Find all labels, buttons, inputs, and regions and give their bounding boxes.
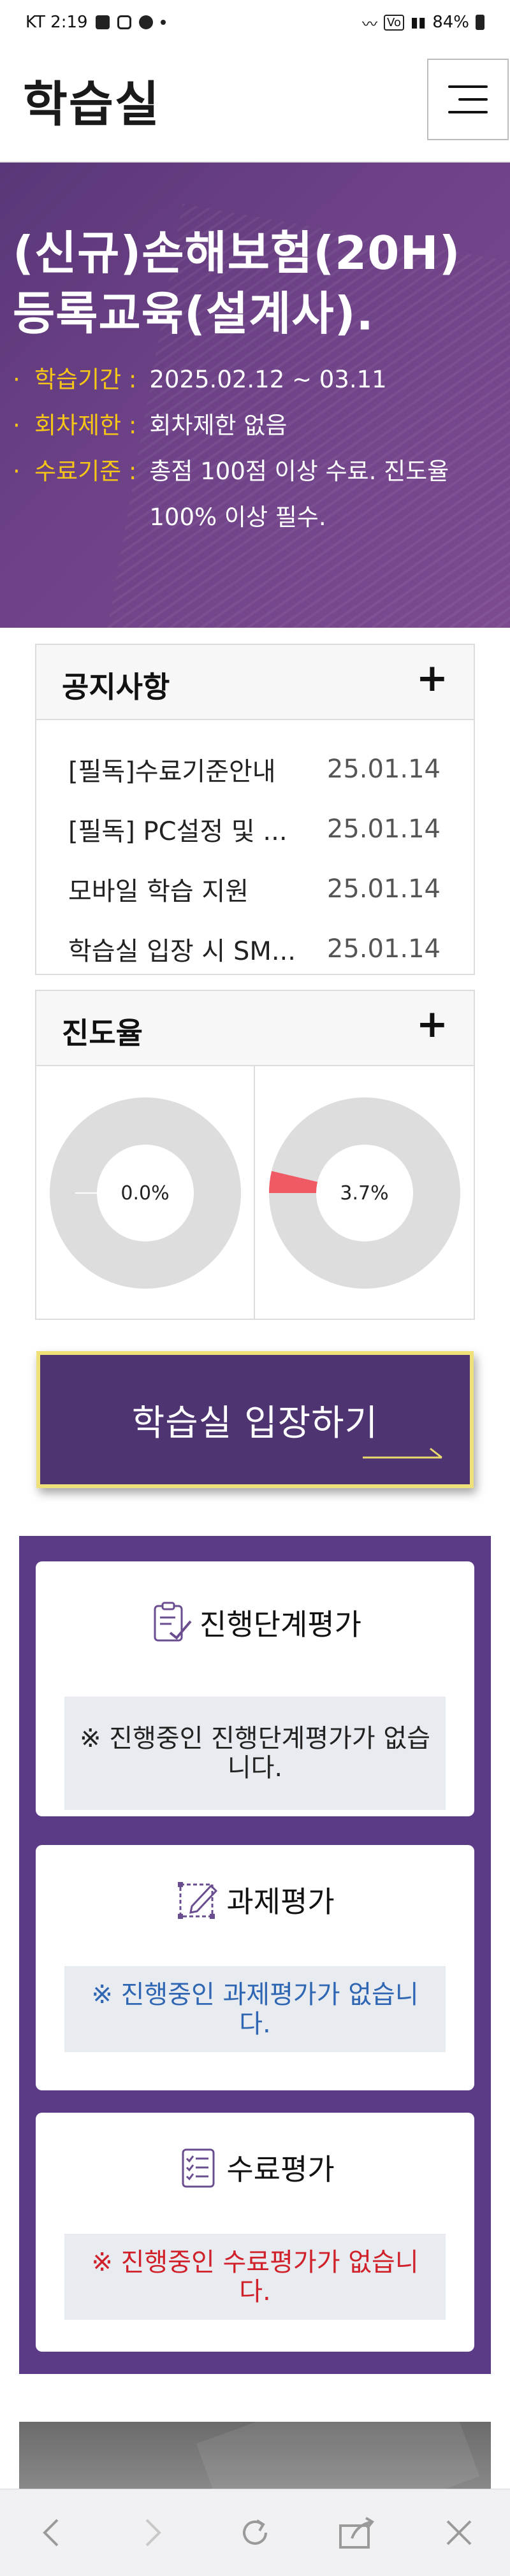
chevron-left-icon [43, 2519, 59, 2547]
evaluation-title: 진행단계평가 [200, 1607, 361, 1642]
gallery-icon [95, 15, 110, 29]
info-label: 회차제한 : [34, 412, 137, 439]
assignment-evaluation-card[interactable]: 과제평가 ※ 진행중인 과제평가가 없습니다. [36, 1845, 474, 2090]
notice-item-title: [필독]수료기준안내 [68, 757, 276, 786]
notice-more-plus-icon[interactable]: + [416, 659, 448, 697]
course-title: (신규)손해보험(20H) 등록교육(설계사). [13, 226, 461, 340]
notice-list: [필독]수료기준안내 25.01.14 [필독] PC설정 및 ... 25.0… [36, 720, 474, 979]
progress-chart-cell: 3.7% [255, 1066, 474, 1320]
notice-panel: 공지사항 + [필독]수료기준안내 25.01.14 [필독] PC설정 및 .… [35, 644, 475, 975]
hamburger-icon-line [448, 111, 488, 113]
evaluation-card-header: 과제평가 [36, 1877, 474, 1923]
battery-percent: 84% [432, 13, 469, 32]
evaluation-section: 진행단계평가 ※ 진행중인 진행단계평가가 없습니다. 과제평가 ※ 진행중인 … [19, 1536, 491, 2374]
notice-item-title: 학습실 입장 시 SM... [68, 937, 296, 966]
bullet: · [13, 366, 20, 393]
info-value: 총점 100점 이상 수료. 진도율 100% 이상 필수. [149, 458, 449, 531]
browser-close-button[interactable] [433, 2507, 484, 2558]
close-icon [446, 2520, 472, 2545]
bullet: · [13, 412, 20, 439]
progress-chart-cell: 0.0% [36, 1066, 255, 1320]
progress-donut: 0.0% [49, 1097, 241, 1289]
signal-icon: ▮▮ [410, 14, 426, 31]
arrow-right-icon [363, 1447, 442, 1459]
notification-dot-icon [160, 20, 166, 25]
donut-percent-label: 3.7% [340, 1182, 389, 1205]
evaluation-title: 수료평가 [226, 2152, 335, 2187]
notice-item[interactable]: [필독]수료기준안내 25.01.14 [36, 739, 474, 799]
evaluation-card-header: 진행단계평가 [36, 1600, 474, 1646]
checklist-icon [182, 2148, 215, 2188]
hamburger-menu-button[interactable] [427, 59, 509, 140]
notice-item-date: 25.01.14 [326, 874, 441, 904]
progress-charts: 0.0% 3.7% [36, 1066, 474, 1320]
notice-item-title: 모바일 학습 지원 [68, 877, 249, 906]
battery-icon [476, 15, 484, 30]
notice-item-date: 25.01.14 [326, 934, 441, 964]
evaluation-card-header: 수료평가 [36, 2145, 474, 2190]
browser-refresh-button[interactable] [229, 2507, 280, 2558]
progress-evaluation-card[interactable]: 진행단계평가 ※ 진행중인 진행단계평가가 없습니다. [36, 1561, 474, 1816]
enter-classroom-button[interactable]: 학습실 입장하기 [36, 1351, 474, 1488]
progress-panel: 진도율 + 0.0% 3.7% [35, 990, 475, 1320]
evaluation-empty-message: ※ 진행중인 진행단계평가가 없습니다. [64, 1697, 446, 1810]
edit-pencil-icon [178, 1882, 218, 1919]
notice-item-date: 25.01.14 [326, 755, 441, 784]
instagram-icon [117, 15, 131, 29]
info-value: 2025.02.12 ~ 03.11 [149, 366, 387, 393]
refresh-icon [243, 2519, 267, 2545]
share-icon [339, 2517, 374, 2549]
evaluation-title: 과제평가 [226, 1885, 335, 1919]
browser-back-button[interactable] [26, 2507, 76, 2558]
browser-toolbar [0, 2489, 510, 2576]
donut-percent-label: 0.0% [120, 1182, 170, 1205]
hamburger-icon-line [458, 98, 488, 101]
app-header: 학습실 [0, 45, 510, 163]
info-row-limit: · 회차제한 : 회차제한 없음 [13, 403, 497, 449]
notice-header: 공지사항 + [36, 645, 474, 720]
info-value: 회차제한 없음 [149, 412, 288, 439]
notice-item-date: 25.01.14 [326, 814, 441, 844]
status-bar: KT 2:19 〰 Vo ▮▮ 84% [0, 0, 510, 45]
progress-donut: 3.7% [268, 1097, 460, 1289]
browser-share-button[interactable] [332, 2507, 382, 2558]
progress-more-plus-icon[interactable]: + [416, 1005, 448, 1043]
notice-item[interactable]: [필독] PC설정 및 ... 25.01.14 [36, 799, 474, 859]
progress-title: 진도율 [62, 1016, 143, 1050]
progress-header: 진도율 + [36, 991, 474, 1066]
notice-item[interactable]: 학습실 입장 시 SM... 25.01.14 [36, 919, 474, 979]
status-time: KT 2:19 [26, 13, 88, 32]
info-row-period: · 학습기간 : 2025.02.12 ~ 03.11 [13, 357, 497, 403]
browser-forward-button[interactable] [127, 2507, 178, 2558]
bullet: · [13, 458, 20, 485]
hamburger-icon [448, 85, 488, 88]
info-row-criteria: · 수료기준 : 총점 100점 이상 수료. 진도율 100% 이상 필수. [13, 449, 497, 540]
info-label: 학습기간 : [34, 366, 137, 393]
facebook-icon [138, 15, 153, 29]
notice-item[interactable]: 모바일 학습 지원 25.01.14 [36, 859, 474, 919]
enter-classroom-label: 학습실 입장하기 [131, 1403, 379, 1444]
course-hero: (신규)손해보험(20H) 등록교육(설계사). · 학습기간 : 2025.0… [0, 163, 510, 628]
info-label: 수료기준 : [34, 458, 137, 485]
bottom-banner-image [19, 2422, 491, 2492]
notice-title: 공지사항 [62, 670, 170, 704]
clipboard-check-icon [154, 1602, 192, 1642]
evaluation-empty-message: ※ 진행중인 과제평가가 없습니다. [64, 1966, 446, 2052]
evaluation-empty-message: ※ 진행중인 수료평가가 없습니다. [64, 2234, 446, 2320]
course-info: · 학습기간 : 2025.02.12 ~ 03.11 · 회차제한 : 회차제… [13, 357, 497, 540]
page-title: 학습실 [23, 76, 161, 133]
wifi-icon: 〰 [362, 15, 378, 33]
completion-evaluation-card[interactable]: 수료평가 ※ 진행중인 수료평가가 없습니다. [36, 2113, 474, 2352]
chevron-right-icon [145, 2519, 161, 2547]
volte-icon: Vo [384, 14, 404, 31]
notice-item-title: [필독] PC설정 및 ... [68, 817, 288, 846]
